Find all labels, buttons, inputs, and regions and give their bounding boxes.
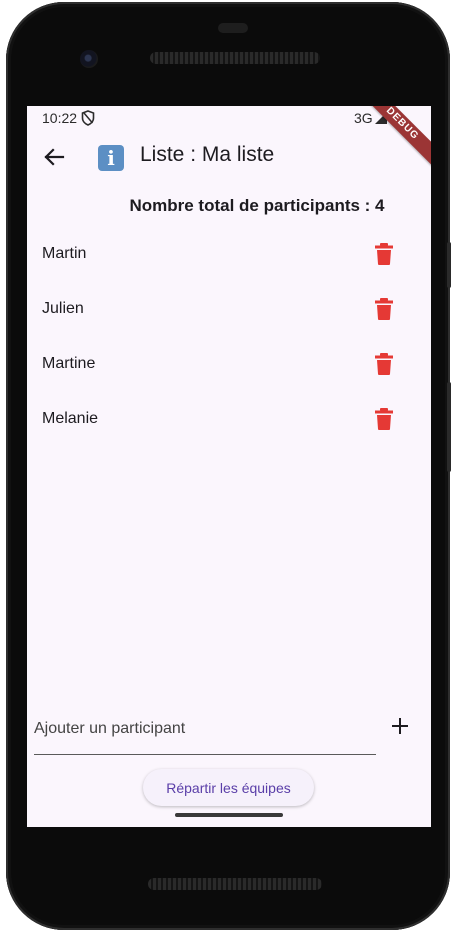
app-bar: i Liste : Ma liste <box>27 130 431 186</box>
status-time: 10:22 <box>42 110 78 126</box>
top-speaker-grille <box>150 52 320 64</box>
status-bar: 10:22 3G <box>27 106 431 130</box>
info-icon: i <box>98 145 124 171</box>
participant-total: Nombre total de participants : 4 <box>129 196 385 215</box>
arrow-back-icon[interactable] <box>39 142 69 172</box>
participant-name: Martin <box>42 245 87 262</box>
add-icon[interactable] <box>391 717 409 735</box>
add-participant-row <box>34 704 424 756</box>
list-item: Martin <box>27 226 431 281</box>
list-item: Martine <box>27 336 431 391</box>
list-item: Julien <box>27 281 431 336</box>
list-item: Melanie <box>27 391 431 446</box>
delete-icon[interactable] <box>374 243 394 265</box>
delete-icon[interactable] <box>374 353 394 375</box>
add-participant-input[interactable] <box>34 704 376 755</box>
volume-button <box>447 382 451 472</box>
delete-icon[interactable] <box>374 298 394 320</box>
split-teams-button[interactable]: Répartir les équipes <box>143 769 314 806</box>
power-button <box>447 242 451 288</box>
participant-name: Martine <box>42 355 96 372</box>
app-screen: 10:22 3G DEBUG i Liste : Ma liste Nombre… <box>27 106 431 827</box>
home-indicator <box>175 813 283 817</box>
delete-icon[interactable] <box>374 408 394 430</box>
network-type: 3G <box>354 110 373 126</box>
bottom-speaker-grille <box>148 878 322 890</box>
participant-name: Julien <box>42 300 84 317</box>
front-camera <box>80 50 98 68</box>
shield-icon <box>81 110 95 126</box>
earpiece <box>218 23 248 33</box>
participant-list: Martin Julien Martine Melanie <box>27 226 431 446</box>
participant-name: Melanie <box>42 410 99 427</box>
page-title: Liste : Ma liste <box>140 143 275 166</box>
